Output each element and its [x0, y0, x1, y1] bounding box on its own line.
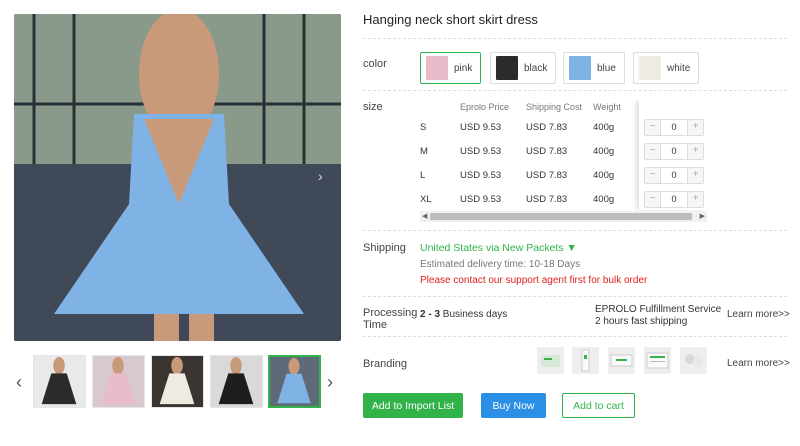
product-title: Hanging neck short skirt dress [363, 12, 538, 27]
plus-button[interactable]: + [688, 168, 703, 183]
bulk-order-warning: Please contact our support agent first f… [420, 275, 648, 286]
price-cell: USD 9.53 [460, 194, 502, 205]
size-cell: S [420, 122, 427, 133]
plus-button[interactable]: + [688, 192, 703, 207]
price-cell: USD 9.53 [460, 122, 502, 133]
color-label: color [363, 58, 387, 70]
quantity-input[interactable]: 0 [660, 144, 688, 159]
divider [363, 90, 787, 91]
processing-days: 2 - 3 Business days [420, 309, 507, 320]
buy-now-button[interactable]: Buy Now [481, 393, 546, 418]
thumbnail-4[interactable] [210, 355, 263, 408]
shipping-cell: USD 7.83 [526, 146, 568, 157]
color-option-blue[interactable]: blue [563, 52, 625, 84]
color-option-label: white [667, 62, 691, 74]
weight-cell: 400g [593, 194, 615, 205]
shipping-cell: USD 7.83 [526, 194, 568, 205]
quantity-stepper[interactable]: − 0 + [644, 191, 704, 208]
size-cell: L [420, 170, 426, 181]
image-next-icon[interactable]: › [318, 168, 323, 184]
label-sticker-icon[interactable] [608, 347, 635, 374]
shipping-cell: USD 7.83 [526, 170, 568, 181]
color-option-label: pink [454, 62, 473, 74]
horizontal-scrollbar[interactable]: ◀ ▶ [420, 211, 707, 222]
add-to-cart-button[interactable]: Add to cart [562, 393, 635, 418]
divider [363, 336, 787, 337]
shipping-cell: USD 7.83 [526, 122, 568, 133]
size-label: size [363, 101, 383, 113]
quantity-input[interactable]: 0 [660, 120, 688, 135]
thumbnail-2[interactable] [92, 355, 145, 408]
quantity-stepper[interactable]: − 0 + [644, 119, 704, 136]
card-tag-icon[interactable] [572, 347, 599, 374]
processing-learn-more-link[interactable]: Learn more>> [727, 309, 790, 320]
price-cell: USD 9.53 [460, 146, 502, 157]
minus-button[interactable]: − [645, 192, 660, 207]
thank-you-card-icon[interactable] [680, 347, 707, 374]
header-weight: Weight [593, 102, 621, 112]
thumbnail-1[interactable] [33, 355, 86, 408]
color-swatch [639, 56, 661, 80]
color-swatch [569, 56, 591, 80]
chevron-left-icon[interactable]: ‹ [16, 372, 22, 393]
header-price: Eprolo Price [460, 102, 510, 112]
shipping-method-dropdown[interactable]: United States via New Packets ▼ [420, 242, 577, 254]
branding-learn-more-link[interactable]: Learn more>> [727, 358, 790, 369]
product-detail-page: › ‹ › Hanging neck short skirt dress col… [0, 0, 800, 446]
scroll-right-icon[interactable]: ▶ [700, 211, 705, 222]
color-option-label: black [524, 62, 548, 74]
fulfillment-service: EPROLO Fulfillment Service 2 hours fast … [595, 304, 721, 328]
invoice-card-icon[interactable] [644, 347, 671, 374]
weight-cell: 400g [593, 122, 615, 133]
divider [363, 38, 787, 39]
size-cell: XL [420, 194, 432, 205]
fulfillment-title: EPROLO Fulfillment Service [595, 304, 722, 315]
minus-button[interactable]: − [645, 168, 660, 183]
thumbnail-5[interactable] [268, 355, 321, 408]
scroll-left-icon[interactable]: ◀ [422, 211, 427, 222]
main-product-image [14, 14, 341, 341]
processing-label-line1: Processing [363, 307, 418, 319]
divider [363, 296, 787, 297]
quantity-stepper[interactable]: − 0 + [644, 143, 704, 160]
color-swatch [426, 56, 448, 80]
quantity-input[interactable]: 0 [660, 192, 688, 207]
color-option-pink[interactable]: pink [420, 52, 482, 84]
color-option-black[interactable]: black [490, 52, 557, 84]
processing-label-line2: Time [363, 319, 388, 331]
price-cell: USD 9.53 [460, 170, 502, 181]
shipping-label: Shipping [363, 242, 406, 254]
chevron-right-icon[interactable]: › [327, 372, 333, 393]
weight-cell: 400g [593, 146, 615, 157]
header-shipping: Shipping Cost [526, 102, 583, 112]
minus-button[interactable]: − [645, 144, 660, 159]
processing-days-unit: Business days [440, 309, 508, 320]
color-option-white[interactable]: white [633, 52, 700, 84]
plus-button[interactable]: + [688, 144, 703, 159]
plus-button[interactable]: + [688, 120, 703, 135]
quantity-stepper[interactable]: − 0 + [644, 167, 704, 184]
divider [363, 230, 787, 231]
thumbnail-3[interactable] [151, 355, 204, 408]
color-option-label: blue [597, 62, 616, 74]
size-table: Eprolo Price Shipping Cost Weight S USD … [420, 100, 707, 222]
color-swatch [496, 56, 518, 80]
packaging-bag-icon[interactable] [537, 347, 564, 374]
fulfillment-subtitle: 2 hours fast shipping [595, 316, 688, 327]
minus-button[interactable]: − [645, 120, 660, 135]
delivery-estimate: Estimated delivery time: 10-18 Days [420, 259, 581, 270]
quantity-column: − 0 + − 0 + − 0 + − 0 + [639, 100, 707, 210]
add-to-import-list-button[interactable]: Add to Import List [363, 393, 463, 418]
weight-cell: 400g [593, 170, 615, 181]
quantity-input[interactable]: 0 [660, 168, 688, 183]
size-cell: M [420, 146, 428, 157]
scrollbar-thumb[interactable] [430, 213, 692, 220]
branding-label: Branding [363, 358, 408, 370]
processing-days-value: 2 - 3 [420, 309, 441, 320]
